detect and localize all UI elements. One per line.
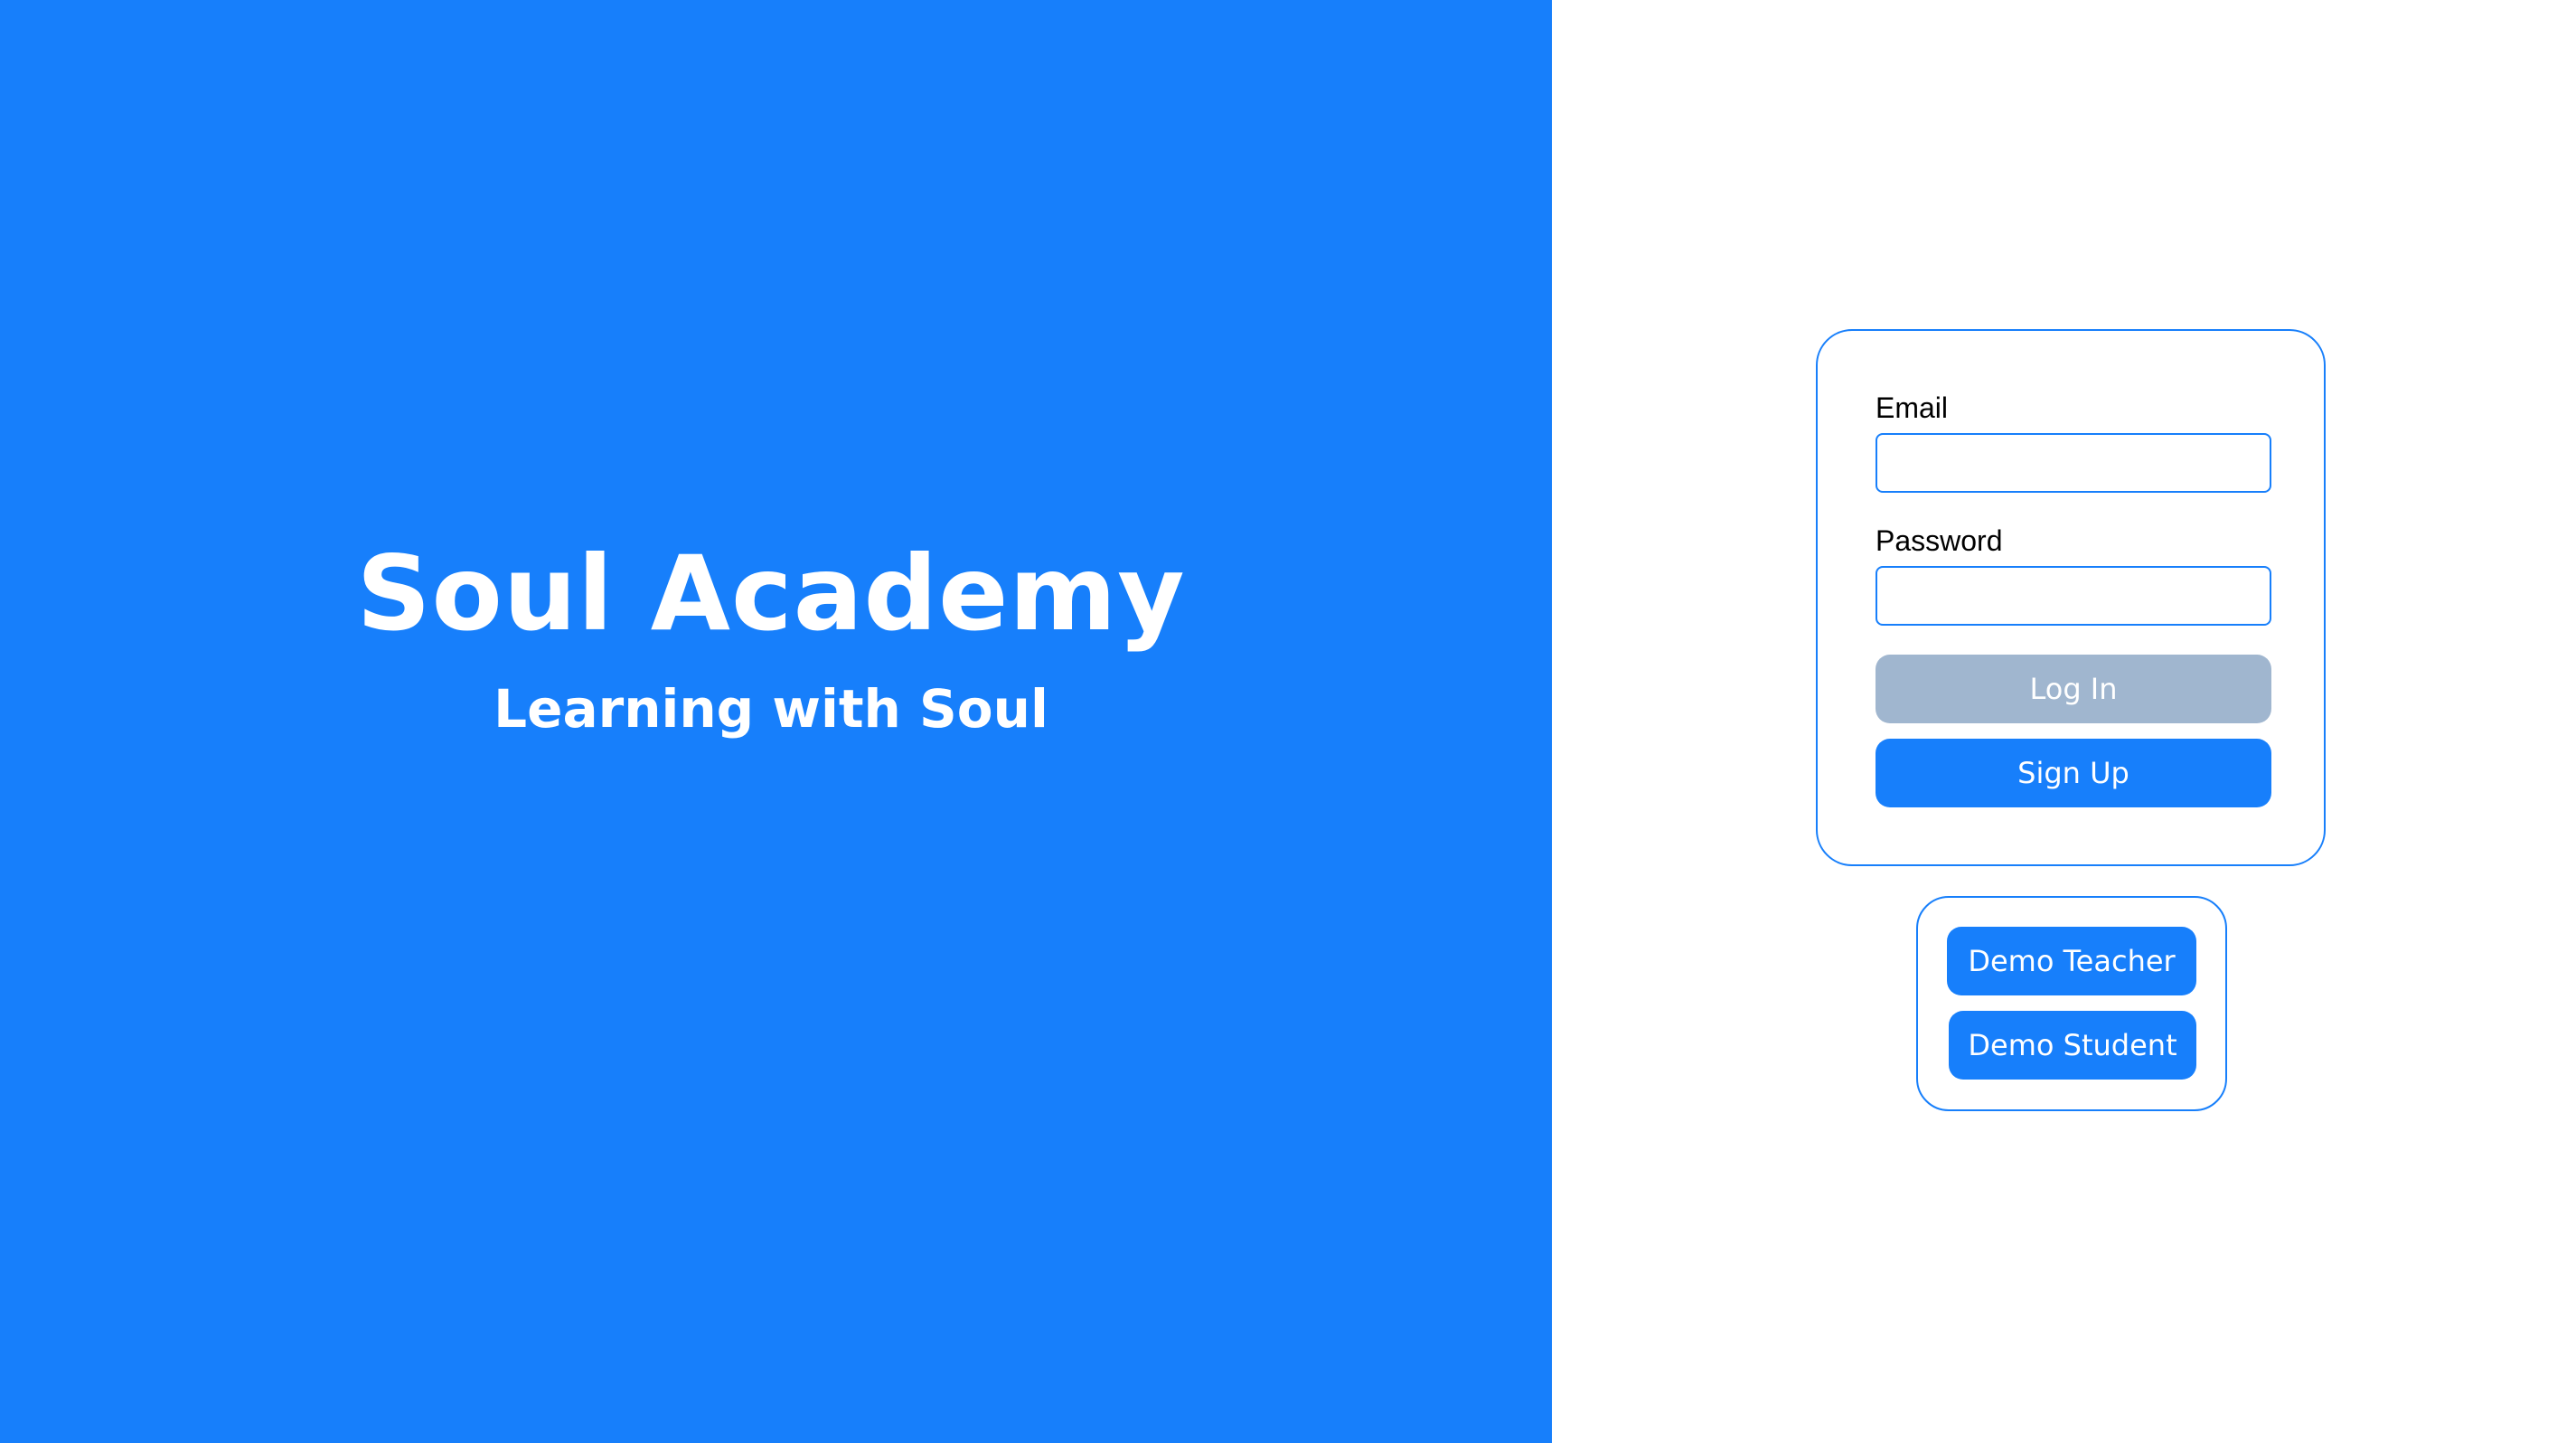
password-field[interactable]: [1876, 566, 2271, 626]
email-field[interactable]: [1876, 433, 2271, 493]
email-label: Email: [1876, 391, 1949, 424]
login-button[interactable]: Log In: [1876, 655, 2271, 723]
login-page: Soul Academy Learning with Soul Email Pa…: [0, 0, 2576, 1443]
brand-hero-panel: Soul Academy Learning with Soul: [0, 0, 1552, 1443]
password-label: Password: [1876, 524, 2003, 557]
brand-subtitle: Learning with Soul: [494, 678, 1048, 740]
demo-teacher-button[interactable]: Demo Teacher: [1947, 927, 2196, 995]
signup-button[interactable]: Sign Up: [1876, 739, 2271, 807]
demo-login-card: Demo Teacher Demo Student: [1916, 896, 2227, 1111]
brand-title: Soul Academy: [356, 533, 1186, 654]
demo-student-button[interactable]: Demo Student: [1949, 1011, 2196, 1080]
login-card: Email Password Log In Sign Up: [1816, 329, 2326, 866]
